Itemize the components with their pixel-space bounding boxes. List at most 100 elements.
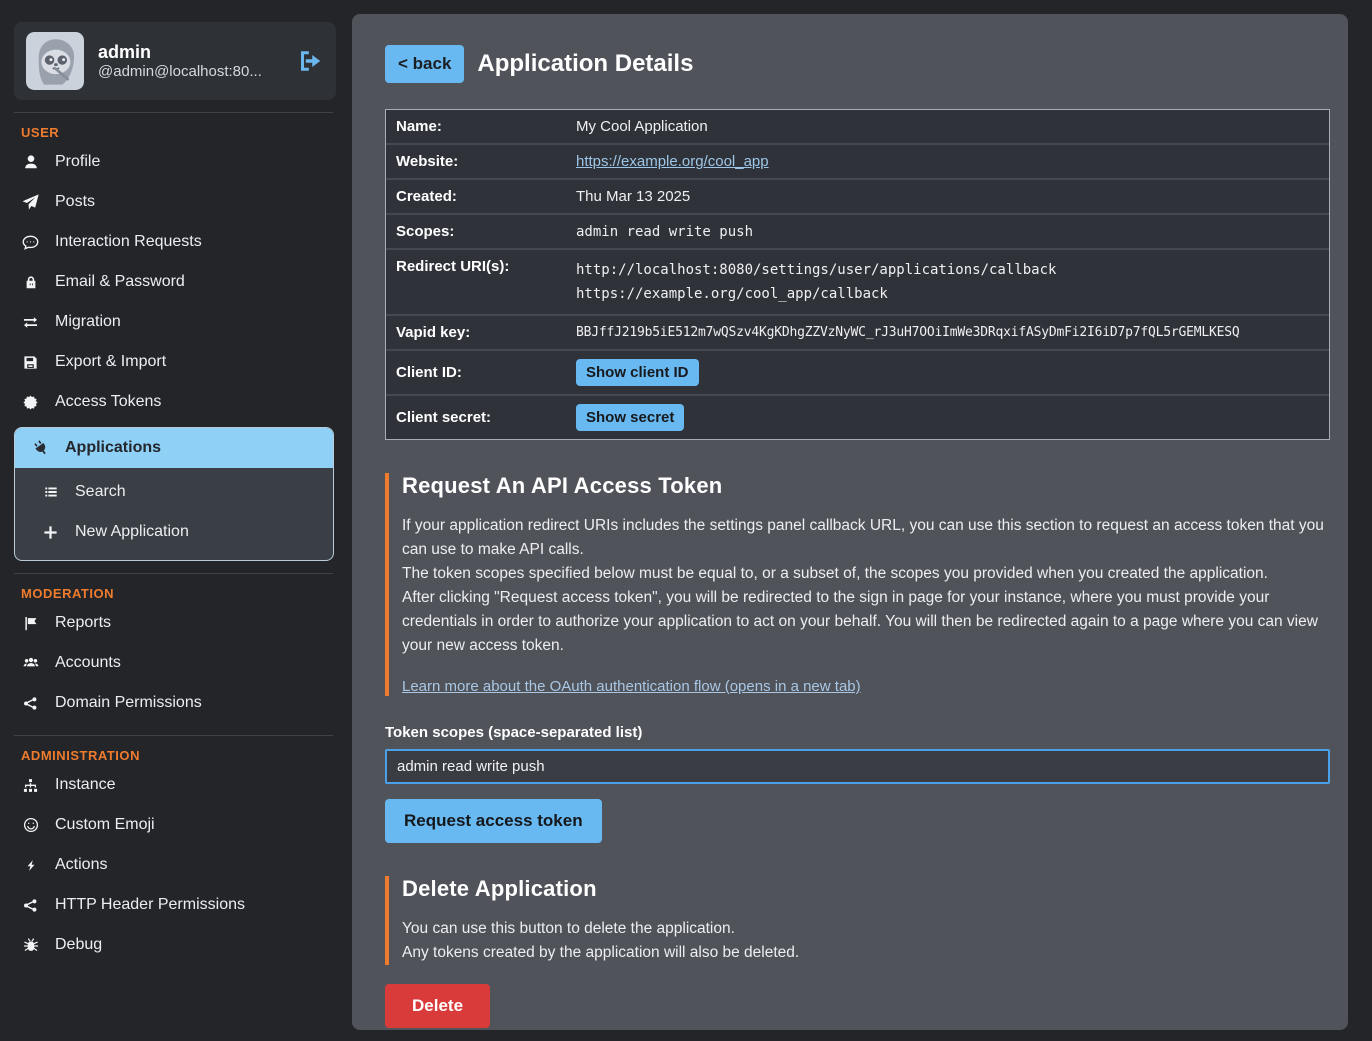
exchange-icon <box>21 315 40 330</box>
delete-application-section: Delete Application You can use this butt… <box>385 876 1330 965</box>
oauth-docs-link[interactable]: Learn more about the OAuth authenticatio… <box>402 678 861 695</box>
sidebar-section-moderation: MODERATION <box>21 586 335 601</box>
row-label: Name: <box>386 110 576 143</box>
sidebar-item-label: Reports <box>55 614 111 632</box>
sidebar-item-instance[interactable]: Instance <box>14 765 335 805</box>
sidebar-item-label: Interaction Requests <box>55 233 202 251</box>
sidebar-item-profile[interactable]: Profile <box>14 142 335 182</box>
user-name: admin <box>98 42 284 63</box>
redirect-uris: http://localhost:8080/settings/user/appl… <box>576 250 1329 314</box>
vapid-key: BBJffJ219b5iE512m7wQSzv4KgKDhgZZVzNyWC_r… <box>576 317 1329 348</box>
table-row-scopes: Scopes: admin read write push <box>386 213 1329 248</box>
sidebar-item-label: Custom Emoji <box>55 816 155 834</box>
section-heading: Request An API Access Token <box>402 473 1330 499</box>
application-details-table: Name: My Cool Application Website: https… <box>385 109 1330 440</box>
bolt-icon <box>21 858 40 873</box>
row-label: Scopes: <box>386 215 576 248</box>
divider <box>14 573 333 574</box>
sitemap-icon <box>21 778 40 793</box>
row-label: Client secret: <box>386 401 576 434</box>
sidebar-item-access-tokens[interactable]: Access Tokens <box>14 382 335 422</box>
sidebar: admin @admin@localhost:80... USER Profil… <box>0 0 345 1041</box>
token-request-form: Token scopes (space-separated list) Requ… <box>385 724 1330 843</box>
sidebar-item-label: Actions <box>55 856 107 874</box>
flag-icon <box>21 616 40 631</box>
sidebar-item-applications-new[interactable]: New Application <box>15 512 333 552</box>
show-client-id-button[interactable]: Show client ID <box>576 359 699 386</box>
plus-icon <box>41 525 60 540</box>
lock-icon <box>21 275 40 290</box>
sidebar-item-label: Profile <box>55 153 100 171</box>
sidebar-item-applications[interactable]: Applications <box>15 428 333 468</box>
back-button[interactable]: < back <box>385 45 464 83</box>
divider <box>14 112 333 113</box>
user-info: admin @admin@localhost:80... <box>98 42 284 80</box>
applications-submenu: Search New Application <box>15 468 333 560</box>
sidebar-item-export-import[interactable]: Export & Import <box>14 342 335 382</box>
sidebar-item-debug[interactable]: Debug <box>14 925 335 965</box>
divider <box>14 735 333 736</box>
sidebar-item-custom-emoji[interactable]: Custom Emoji <box>14 805 335 845</box>
redirect-uri: http://localhost:8080/settings/user/appl… <box>576 258 1321 282</box>
table-row-client-id: Client ID: Show client ID <box>386 349 1329 394</box>
users-icon <box>21 656 40 671</box>
bug-icon <box>21 937 40 953</box>
table-row-name: Name: My Cool Application <box>386 110 1329 143</box>
smiley-icon <box>21 817 40 833</box>
table-row-client-secret: Client secret: Show secret <box>386 394 1329 439</box>
share-nodes-icon <box>21 898 40 913</box>
user-icon <box>21 154 40 170</box>
sidebar-item-label: Domain Permissions <box>55 694 202 712</box>
applications-nav-group: Applications Search New Application <box>14 427 334 561</box>
row-label: Website: <box>386 145 576 178</box>
scopes-value: admin read write push <box>576 216 1329 248</box>
request-access-token-button[interactable]: Request access token <box>385 799 602 843</box>
sidebar-item-reports[interactable]: Reports <box>14 603 335 643</box>
sidebar-item-actions[interactable]: Actions <box>14 845 335 885</box>
sidebar-item-label: Accounts <box>55 654 121 672</box>
sidebar-item-label: Email & Password <box>55 273 185 291</box>
sign-out-icon[interactable] <box>298 49 324 73</box>
certificate-icon <box>21 395 40 410</box>
section-paragraph: The token scopes specified below must be… <box>402 562 1330 586</box>
sidebar-item-label: HTTP Header Permissions <box>55 896 245 914</box>
show-secret-button[interactable]: Show secret <box>576 404 684 431</box>
sidebar-section-user: USER <box>21 125 335 140</box>
sidebar-item-label: Instance <box>55 776 115 794</box>
user-card[interactable]: admin @admin@localhost:80... <box>14 22 336 100</box>
share-nodes-icon <box>21 696 40 711</box>
sidebar-item-migration[interactable]: Migration <box>14 302 335 342</box>
row-label: Client ID: <box>386 356 576 389</box>
sidebar-item-email-password[interactable]: Email & Password <box>14 262 335 302</box>
row-label: Created: <box>386 180 576 213</box>
sidebar-item-http-header-permissions[interactable]: HTTP Header Permissions <box>14 885 335 925</box>
floppy-disk-icon <box>21 355 40 370</box>
delete-button[interactable]: Delete <box>385 984 490 1028</box>
website-link[interactable]: https://example.org/cool_app <box>576 153 769 170</box>
section-heading: Delete Application <box>402 876 1330 902</box>
sidebar-item-accounts[interactable]: Accounts <box>14 643 335 683</box>
table-row-website: Website: https://example.org/cool_app <box>386 143 1329 178</box>
section-paragraph: After clicking "Request access token", y… <box>402 586 1330 658</box>
application-details-panel: < back Application Details Name: My Cool… <box>352 14 1348 1030</box>
sidebar-item-label: Export & Import <box>55 353 166 371</box>
request-token-section: Request An API Access Token If your appl… <box>385 473 1330 696</box>
comment-dots-icon <box>21 234 40 251</box>
created-date: Thu Mar 13 2025 <box>576 180 1329 213</box>
row-label: Vapid key: <box>386 316 576 349</box>
table-row-vapid-key: Vapid key: BBJffJ219b5iE512m7wQSzv4KgKDh… <box>386 314 1329 349</box>
sidebar-item-applications-search[interactable]: Search <box>15 472 333 512</box>
application-name: My Cool Application <box>576 110 1329 143</box>
sidebar-section-administration: ADMINISTRATION <box>21 748 335 763</box>
sidebar-item-label: Debug <box>55 936 102 954</box>
sidebar-item-posts[interactable]: Posts <box>14 182 335 222</box>
token-scopes-input[interactable] <box>385 749 1330 784</box>
list-icon <box>41 485 60 499</box>
table-row-created: Created: Thu Mar 13 2025 <box>386 178 1329 213</box>
sidebar-item-domain-permissions[interactable]: Domain Permissions <box>14 683 335 723</box>
row-label: Redirect URI(s): <box>386 250 576 283</box>
section-paragraph: If your application redirect URIs includ… <box>402 514 1330 562</box>
page-title: Application Details <box>477 50 693 78</box>
sidebar-item-interaction-requests[interactable]: Interaction Requests <box>14 222 335 262</box>
section-paragraph: You can use this button to delete the ap… <box>402 917 1330 941</box>
